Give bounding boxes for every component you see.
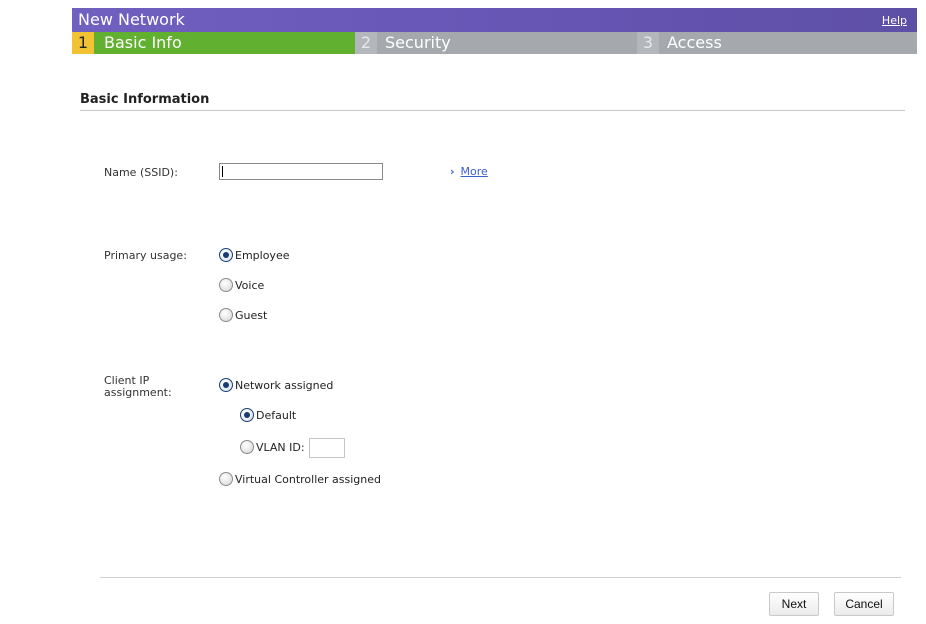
title-bar: New Network Help	[72, 8, 917, 32]
radio-guest[interactable]: Guest	[219, 308, 267, 324]
step-label: Security	[385, 33, 451, 52]
vlan-id-input[interactable]	[308, 438, 345, 458]
ssid-label: Name (SSID):	[104, 166, 178, 179]
text-caret	[222, 166, 223, 177]
radio-vlan-id[interactable]: VLAN ID:	[240, 438, 345, 458]
radio-label: Default	[256, 409, 297, 422]
client-ip-label-line2: assignment:	[104, 386, 172, 399]
radio-label: Virtual Controller assigned	[235, 473, 382, 486]
footer-divider	[100, 577, 901, 578]
ssid-input[interactable]	[219, 163, 383, 180]
step-number: 2	[355, 32, 377, 54]
radio-default[interactable]: Default	[240, 408, 296, 424]
radio-employee[interactable]: Employee	[219, 248, 289, 264]
step-number: 3	[637, 32, 659, 54]
radio-checked-icon	[240, 408, 254, 422]
radio-label: Voice	[235, 279, 265, 292]
radio-label: VLAN ID:	[256, 441, 305, 454]
step-security[interactable]: 2 Security	[355, 32, 637, 54]
radio-label: Network assigned	[235, 379, 334, 392]
radio-unchecked-icon	[219, 278, 233, 292]
cancel-button[interactable]: Cancel	[834, 592, 894, 616]
more-link[interactable]: › More	[450, 165, 488, 178]
wizard-steps: 1 Basic Info 2 Security 3 Access	[72, 32, 917, 54]
step-label: Basic Info	[104, 33, 182, 52]
radio-virtual-controller-assigned[interactable]: Virtual Controller assigned	[219, 472, 381, 488]
radio-voice[interactable]: Voice	[219, 278, 264, 294]
step-number: 1	[72, 32, 94, 54]
radio-unchecked-icon	[240, 440, 254, 454]
chevron-right-icon: ›	[450, 165, 455, 178]
more-link-label: More	[460, 165, 488, 178]
primary-usage-label: Primary usage:	[104, 249, 187, 262]
help-link[interactable]: Help	[882, 14, 907, 27]
radio-unchecked-icon	[219, 472, 233, 486]
radio-network-assigned[interactable]: Network assigned	[219, 378, 333, 394]
radio-label: Employee	[235, 249, 290, 262]
radio-checked-icon	[219, 248, 233, 262]
next-button[interactable]: Next	[769, 592, 819, 616]
radio-checked-icon	[219, 378, 233, 392]
step-access[interactable]: 3 Access	[637, 32, 917, 54]
section-divider	[80, 110, 905, 111]
step-basic-info[interactable]: 1 Basic Info	[72, 32, 355, 54]
radio-label: Guest	[235, 309, 268, 322]
new-network-dialog: New Network Help 1 Basic Info 2 Security…	[72, 8, 917, 624]
radio-unchecked-icon	[219, 308, 233, 322]
section-heading: Basic Information	[80, 92, 210, 107]
dialog-title: New Network	[78, 10, 185, 29]
step-label: Access	[667, 33, 722, 52]
